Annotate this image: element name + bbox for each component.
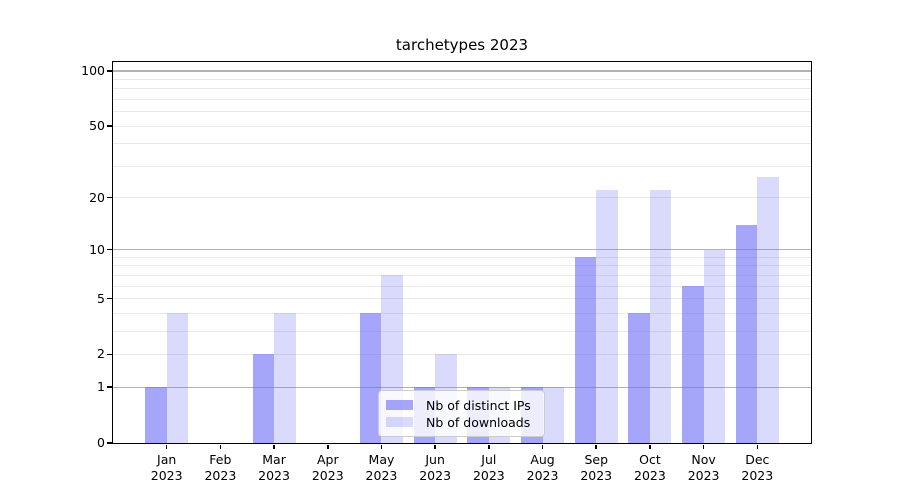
gridline-minor-70 [113, 99, 811, 100]
legend: Nb of distinct IPs Nb of downloads [378, 390, 545, 437]
xtick-mark-nov [703, 445, 705, 450]
xtick-mark-jun [434, 445, 436, 450]
bar-mar-distinct-ips [253, 354, 275, 443]
bar-jan-distinct-ips [145, 387, 167, 443]
legend-entry-distinct-ips: Nb of distinct IPs [386, 397, 536, 413]
legend-swatch-downloads-icon [386, 417, 413, 427]
ytick-mark-100 [107, 70, 112, 72]
xtick-mark-dec [757, 445, 759, 450]
gridline-minor-80 [113, 88, 811, 89]
ytick-mark-20 [107, 197, 112, 199]
xtick-label-dec: Dec2023 [717, 452, 797, 484]
legend-label-downloads: Nb of downloads [426, 415, 536, 430]
ytick-mark-1 [107, 386, 112, 388]
ytick-mark-50 [107, 125, 112, 127]
gridline-minor-60 [113, 111, 811, 112]
xtick-mark-may [381, 445, 383, 450]
bar-sep-distinct-ips [575, 257, 597, 443]
bar-mar-downloads [274, 313, 296, 443]
bar-nov-downloads [704, 250, 726, 443]
gridline-minor-20 [113, 197, 811, 198]
bar-oct-downloads [650, 190, 672, 443]
gridline-minor-40 [113, 143, 811, 144]
gridline-minor-50 [113, 126, 811, 127]
legend-swatch-distinct-ips-icon [386, 400, 413, 410]
ytick-mark-2 [107, 354, 112, 356]
gridline-minor-90 [113, 79, 811, 80]
figure: tarchetypes 2023 Nb of distinct IPs Nb o… [0, 0, 900, 500]
xtick-mark-aug [542, 445, 544, 450]
legend-entry-downloads: Nb of downloads [386, 414, 536, 430]
bar-nov-distinct-ips [682, 286, 704, 443]
bar-dec-distinct-ips [736, 225, 758, 443]
xtick-mark-jan [166, 445, 168, 450]
bar-aug-downloads [543, 387, 565, 443]
gridline-major-100 [113, 70, 811, 71]
xtick-mark-oct [649, 445, 651, 450]
plot-area [113, 62, 811, 443]
xtick-mark-apr [327, 445, 329, 450]
ytick-label-50: 50 [0, 119, 105, 133]
ytick-label-2: 2 [0, 347, 105, 361]
xtick-mark-jul [488, 445, 490, 450]
legend-label-distinct-ips: Nb of distinct IPs [426, 398, 536, 413]
xtick-mark-feb [220, 445, 222, 450]
ytick-label-100: 100 [0, 64, 105, 78]
ytick-mark-5 [107, 298, 112, 300]
ytick-mark-0 [107, 442, 112, 444]
ytick-label-10: 10 [0, 243, 105, 257]
bar-jan-downloads [167, 313, 189, 443]
ytick-mark-10 [107, 249, 112, 251]
bar-sep-downloads [596, 190, 618, 443]
chart-title: tarchetypes 2023 [113, 36, 811, 54]
xtick-mark-mar [273, 445, 275, 450]
ytick-label-1: 1 [0, 380, 105, 394]
bar-oct-distinct-ips [628, 313, 650, 443]
bar-dec-downloads [757, 177, 779, 443]
ytick-label-20: 20 [0, 191, 105, 205]
gridline-minor-30 [113, 166, 811, 167]
xtick-mark-sep [595, 445, 597, 450]
ytick-label-5: 5 [0, 292, 105, 306]
ytick-label-0: 0 [0, 436, 105, 450]
